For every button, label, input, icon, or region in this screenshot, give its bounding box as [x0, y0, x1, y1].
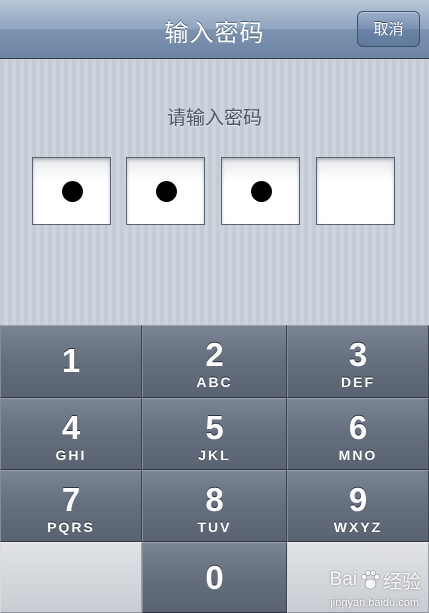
- key-letters: GHI: [55, 447, 87, 463]
- key-1[interactable]: 1: [0, 325, 142, 398]
- key-4[interactable]: 4 GHI: [0, 398, 142, 470]
- key-letters: JKL: [198, 447, 231, 463]
- pin-prompt: 请输入密码: [166, 107, 262, 129]
- key-0[interactable]: 0: [142, 542, 287, 613]
- key-letters: MNO: [338, 447, 378, 463]
- key-letters: WXYZ: [333, 519, 383, 535]
- key-digit: 1: [61, 342, 81, 379]
- pin-box-4: [316, 157, 395, 225]
- key-digit: 6: [348, 409, 368, 446]
- pin-dot: [62, 181, 83, 202]
- nav-bar: 输入密码 取消: [0, 0, 429, 59]
- key-7[interactable]: 7 PQRS: [0, 470, 142, 542]
- key-3[interactable]: 3 DEF: [287, 325, 429, 398]
- key-digit: 4: [61, 409, 81, 446]
- key-digit: 5: [205, 409, 224, 446]
- key-letters: ABC: [196, 374, 233, 390]
- key-2[interactable]: 2 ABC: [142, 325, 287, 398]
- key-blank-left: [0, 542, 142, 613]
- watermark-brand: Bai: [329, 569, 357, 590]
- key-5[interactable]: 5 JKL: [142, 398, 287, 470]
- key-6[interactable]: 6 MNO: [287, 398, 429, 470]
- pin-dot: [156, 181, 177, 202]
- key-digit: 0: [205, 559, 224, 596]
- baidu-jingyan-watermark: Bai 经验: [329, 569, 421, 593]
- pin-entry-panel: 请输入密码: [0, 59, 429, 325]
- cancel-button[interactable]: 取消: [357, 11, 420, 47]
- key-digit: 7: [61, 481, 81, 518]
- key-8[interactable]: 8 TUV: [142, 470, 287, 542]
- pin-box-1: [32, 157, 111, 225]
- key-letters: TUV: [197, 519, 232, 535]
- watermark-suffix: 经验: [382, 571, 421, 593]
- key-letters: DEF: [341, 374, 375, 390]
- pin-box-2: [126, 157, 205, 225]
- pin-box-3: [221, 157, 300, 225]
- pin-dot: [251, 181, 272, 202]
- key-9[interactable]: 9 WXYZ: [287, 470, 429, 542]
- key-digit: 8: [205, 481, 224, 518]
- key-letters: PQRS: [47, 519, 95, 535]
- watermark-url: jingyan.baidu.com: [330, 597, 419, 609]
- paw-icon: [361, 570, 380, 590]
- key-digit: 3: [348, 336, 368, 373]
- key-digit: 9: [348, 481, 368, 518]
- key-digit: 2: [205, 336, 224, 373]
